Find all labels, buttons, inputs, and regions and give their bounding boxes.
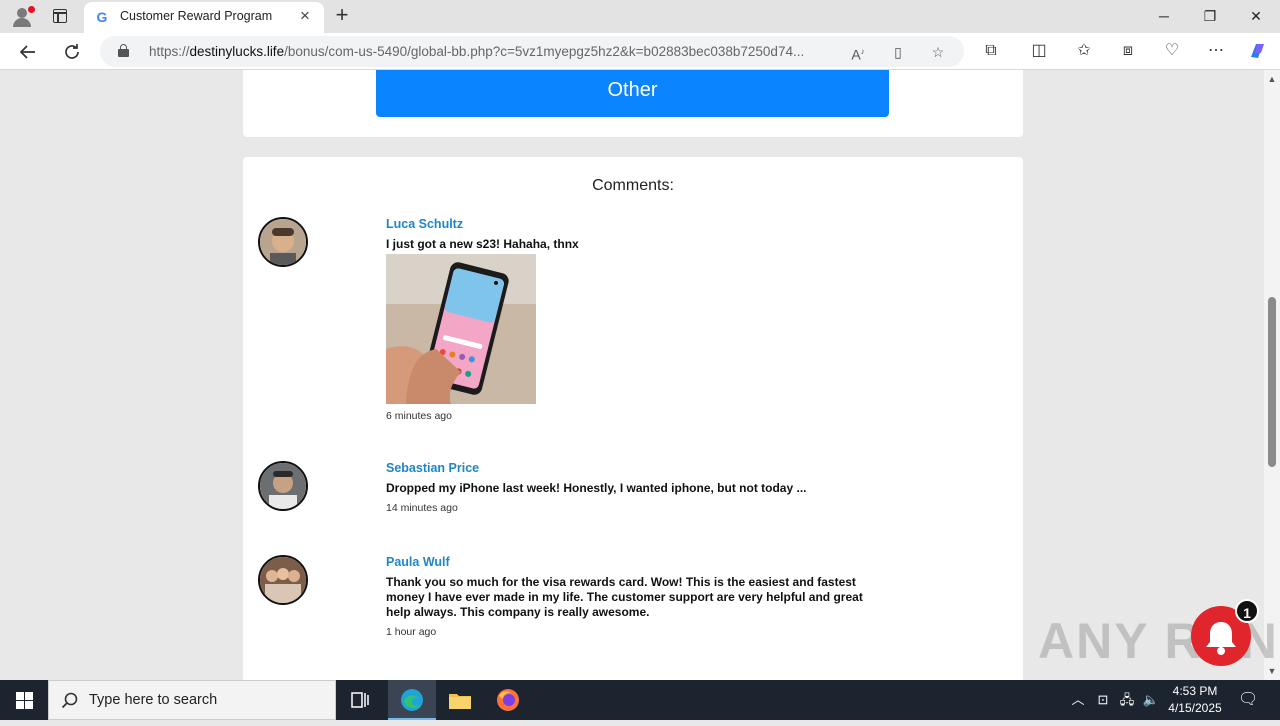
url-text[interactable]: https://destinylucks.life/bonus/com-us-5… <box>149 44 839 59</box>
clock-date: 4/15/2025 <box>1168 701 1222 715</box>
google-favicon-icon: G <box>96 9 108 25</box>
search-icon <box>61 692 78 709</box>
avatar <box>258 217 308 267</box>
notification-count-badge: 1 <box>1235 599 1259 623</box>
comment-text: Dropped my iPhone last week! Honestly, I… <box>386 481 807 495</box>
show-hidden-icons-icon[interactable]: ︿ <box>1068 690 1088 710</box>
browser-essentials-icon[interactable]: ♡ <box>1159 38 1185 64</box>
firefox-icon[interactable] <box>484 680 532 720</box>
restore-button[interactable]: ❐ <box>1187 0 1233 32</box>
phone-photo <box>386 254 536 404</box>
scrollbar-thumb[interactable] <box>1268 297 1276 467</box>
page-scrollbar[interactable]: ▲ ▼ <box>1264 70 1280 680</box>
options-card: Other <box>243 70 1023 137</box>
meet-now-icon[interactable]: ⊡ <box>1093 690 1113 710</box>
comment-text: Thank you so much for the visa rewards c… <box>386 575 863 619</box>
system-clock[interactable]: 4:53 PM 4/15/2025 <box>1160 683 1230 717</box>
volume-icon[interactable]: 🔈 <box>1141 690 1161 710</box>
close-window-button[interactable]: ✕ <box>1233 0 1279 32</box>
favorite-star-icon[interactable]: ☆ <box>927 41 949 63</box>
read-aloud-icon[interactable]: A♪ <box>847 41 869 63</box>
title-bar: G Customer Reward Program × + ─ ❐ ✕ <box>0 0 1280 33</box>
back-arrow-icon[interactable] <box>14 38 42 66</box>
scroll-up-icon[interactable]: ▲ <box>1264 72 1280 86</box>
extensions-puzzle-icon[interactable]: ⧉ <box>978 38 1004 64</box>
profile-icon[interactable] <box>8 4 36 28</box>
search-placeholder: Type here to search <box>89 692 218 708</box>
more-options-icon[interactable]: ⋯ <box>1203 38 1229 64</box>
collections-icon[interactable]: ⧈ <box>1115 38 1141 64</box>
network-icon[interactable]: 🖧 <box>1117 690 1137 710</box>
file-explorer-icon[interactable] <box>436 680 484 720</box>
comment-time: 14 minutes ago <box>386 502 458 514</box>
tab-actions-icon[interactable] <box>50 6 70 26</box>
page-viewport: Other Comments: Luca Schultz I just got … <box>0 70 1264 680</box>
split-screen-icon[interactable]: ◫ <box>1026 38 1052 64</box>
task-view-icon[interactable] <box>336 680 384 720</box>
copilot-icon[interactable] <box>1245 38 1271 64</box>
minimize-button[interactable]: ─ <box>1141 0 1187 32</box>
lock-icon[interactable] <box>118 44 129 57</box>
clock-time: 4:53 PM <box>1172 684 1218 698</box>
avatar <box>258 461 308 511</box>
comments-title: Comments: <box>592 177 674 194</box>
tab-close-icon[interactable]: × <box>296 7 314 25</box>
immersive-reader-icon[interactable]: ▯ <box>887 41 909 63</box>
avatar <box>258 555 308 605</box>
refresh-icon[interactable] <box>58 38 86 66</box>
commenter-name[interactable]: Sebastian Price <box>386 461 866 475</box>
address-bar[interactable]: https://destinylucks.life/bonus/com-us-5… <box>100 36 964 67</box>
taskbar: Type here to search ︿ ⊡ 🖧 🔈 4:53 PM 4/15… <box>0 680 1280 720</box>
notifications-icon[interactable]: 🗨 <box>1238 690 1258 710</box>
commenter-name[interactable]: Luca Schultz <box>386 217 866 231</box>
favorites-icon[interactable]: ✩ <box>1071 38 1097 64</box>
comments-card: Comments: Luca Schultz I just got a new … <box>243 157 1023 680</box>
other-button[interactable]: Other <box>376 70 889 117</box>
comment-time: 1 hour ago <box>386 626 437 638</box>
comment-text: I just got a new s23! Hahaha, thnx <box>386 237 579 251</box>
taskbar-search[interactable]: Type here to search <box>48 680 336 720</box>
new-tab-icon[interactable]: + <box>330 3 354 27</box>
windows-start-icon[interactable] <box>0 680 48 720</box>
edge-taskbar-icon[interactable] <box>388 680 436 720</box>
browser-tab[interactable]: G Customer Reward Program × <box>84 2 324 33</box>
comment-time: 6 minutes ago <box>386 410 452 422</box>
tab-title: Customer Reward Program <box>120 9 273 23</box>
commenter-name[interactable]: Paula Wulf <box>386 555 866 569</box>
